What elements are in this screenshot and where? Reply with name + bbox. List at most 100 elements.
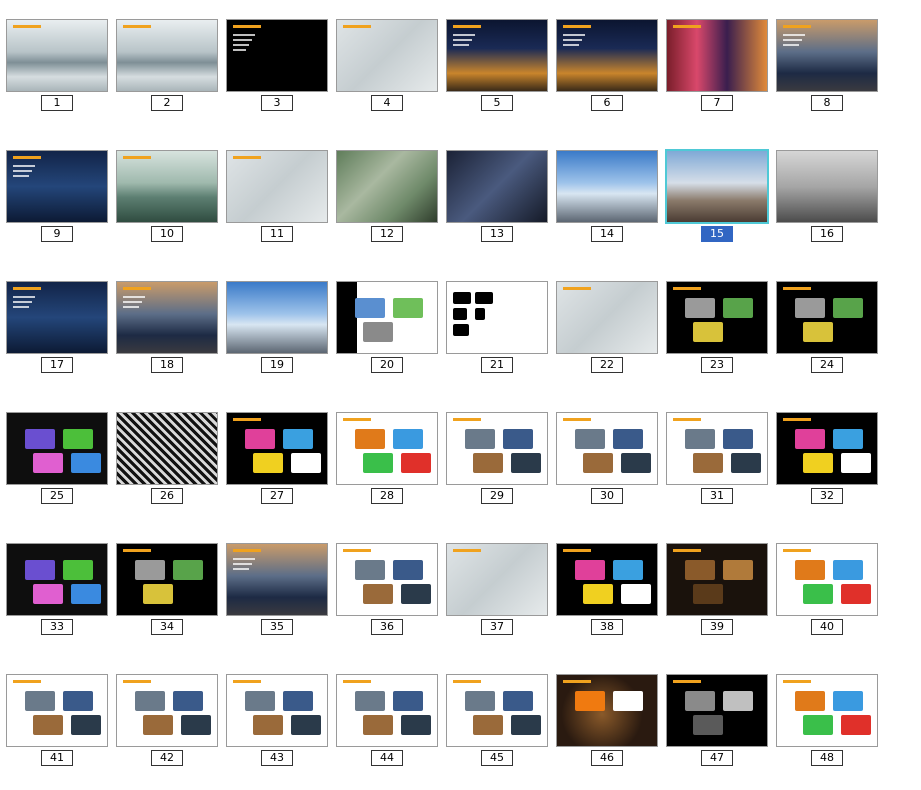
slide-preview-image[interactable]	[665, 149, 769, 224]
slide-preview-image[interactable]	[666, 19, 768, 92]
slide-preview-image[interactable]	[226, 281, 328, 354]
slide-thumbnail-22[interactable]: 22	[556, 281, 658, 377]
slide-preview-image[interactable]	[336, 543, 438, 616]
slide-preview-image[interactable]	[556, 19, 658, 92]
slide-number-label: 2	[151, 95, 183, 111]
slide-thumbnail-7[interactable]: 7	[666, 19, 768, 115]
slide-thumbnail-19[interactable]: 19	[226, 281, 328, 377]
slide-preview-image[interactable]	[446, 412, 548, 485]
slide-thumbnail-28[interactable]: 28	[336, 412, 438, 508]
slide-thumbnail-16[interactable]: 16	[776, 150, 878, 246]
slide-preview-image[interactable]	[6, 281, 108, 354]
slide-preview-image[interactable]	[336, 19, 438, 92]
slide-thumbnail-36[interactable]: 36	[336, 543, 438, 639]
slide-preview-image[interactable]	[116, 19, 218, 92]
slide-thumbnail-38[interactable]: 38	[556, 543, 658, 639]
slide-thumbnail-26[interactable]: 26	[116, 412, 218, 508]
slide-preview-image[interactable]	[666, 543, 768, 616]
slide-thumbnail-45[interactable]: 45	[446, 674, 548, 770]
slide-thumbnail-43[interactable]: 43	[226, 674, 328, 770]
slide-thumbnail-5[interactable]: 5	[446, 19, 548, 115]
slide-preview-image[interactable]	[6, 674, 108, 747]
slide-preview-image[interactable]	[556, 674, 658, 747]
slide-preview-image[interactable]	[226, 543, 328, 616]
slide-thumbnail-42[interactable]: 42	[116, 674, 218, 770]
slide-thumbnail-13[interactable]: 13	[446, 150, 548, 246]
slide-preview-image[interactable]	[116, 150, 218, 223]
slide-preview-image[interactable]	[666, 412, 768, 485]
slide-thumbnail-29[interactable]: 29	[446, 412, 548, 508]
slide-thumbnail-17[interactable]: 17	[6, 281, 108, 377]
slide-preview-image[interactable]	[446, 543, 548, 616]
slide-preview-image[interactable]	[776, 150, 878, 223]
slide-thumbnail-46[interactable]: 46	[556, 674, 658, 770]
slide-title-mark	[343, 25, 371, 28]
slide-thumbnail-47[interactable]: 47	[666, 674, 768, 770]
slide-thumbnail-18[interactable]: 18	[116, 281, 218, 377]
slide-preview-image[interactable]	[666, 281, 768, 354]
slide-thumbnail-11[interactable]: 11	[226, 150, 328, 246]
slide-thumbnail-48[interactable]: 48	[776, 674, 878, 770]
slide-preview-image[interactable]	[116, 674, 218, 747]
slide-content-block	[393, 429, 423, 449]
slide-preview-image[interactable]	[776, 19, 878, 92]
slide-thumbnail-9[interactable]: 9	[6, 150, 108, 246]
slide-preview-image[interactable]	[336, 281, 438, 354]
slide-preview-image[interactable]	[776, 412, 878, 485]
slide-thumbnail-37[interactable]: 37	[446, 543, 548, 639]
slide-preview-image[interactable]	[6, 412, 108, 485]
slide-thumbnail-41[interactable]: 41	[6, 674, 108, 770]
slide-thumbnail-44[interactable]: 44	[336, 674, 438, 770]
slide-preview-image[interactable]	[336, 674, 438, 747]
slide-thumbnail-25[interactable]: 25	[6, 412, 108, 508]
slide-preview-image[interactable]	[556, 412, 658, 485]
slide-thumbnail-2[interactable]: 2	[116, 19, 218, 115]
slide-thumbnail-35[interactable]: 35	[226, 543, 328, 639]
slide-preview-image[interactable]	[336, 150, 438, 223]
slide-thumbnail-24[interactable]: 24	[776, 281, 878, 377]
slide-thumbnail-33[interactable]: 33	[6, 543, 108, 639]
slide-preview-image[interactable]	[556, 281, 658, 354]
slide-preview-image[interactable]	[776, 543, 878, 616]
slide-thumbnail-4[interactable]: 4	[336, 19, 438, 115]
slide-thumbnail-39[interactable]: 39	[666, 543, 768, 639]
slide-preview-image[interactable]	[446, 281, 548, 354]
slide-preview-image[interactable]	[666, 674, 768, 747]
slide-thumbnail-40[interactable]: 40	[776, 543, 878, 639]
slide-thumbnail-23[interactable]: 23	[666, 281, 768, 377]
slide-preview-image[interactable]	[6, 543, 108, 616]
slide-thumbnail-1[interactable]: 1	[6, 19, 108, 115]
slide-thumbnail-14[interactable]: 14	[556, 150, 658, 246]
slide-preview-image[interactable]	[6, 19, 108, 92]
slide-preview-image[interactable]	[336, 412, 438, 485]
slide-thumbnail-30[interactable]: 30	[556, 412, 658, 508]
slide-thumbnail-34[interactable]: 34	[116, 543, 218, 639]
slide-preview-image[interactable]	[556, 543, 658, 616]
slide-thumbnail-8[interactable]: 8	[776, 19, 878, 115]
slide-preview-image[interactable]	[446, 150, 548, 223]
slide-thumbnail-10[interactable]: 10	[116, 150, 218, 246]
slide-thumbnail-27[interactable]: 27	[226, 412, 328, 508]
slide-preview-image[interactable]	[6, 150, 108, 223]
slide-thumbnail-15[interactable]: 15	[665, 149, 769, 246]
slide-preview-image[interactable]	[226, 674, 328, 747]
slide-text-line	[13, 170, 32, 172]
slide-thumbnail-21[interactable]: 21	[446, 281, 548, 377]
slide-preview-image[interactable]	[776, 674, 878, 747]
slide-thumbnail-6[interactable]: 6	[556, 19, 658, 115]
slide-thumbnail-31[interactable]: 31	[666, 412, 768, 508]
slide-preview-image[interactable]	[556, 150, 658, 223]
slide-thumbnail-12[interactable]: 12	[336, 150, 438, 246]
slide-preview-image[interactable]	[116, 543, 218, 616]
slide-thumbnail-20[interactable]: 20	[336, 281, 438, 377]
slide-preview-image[interactable]	[226, 412, 328, 485]
slide-preview-image[interactable]	[226, 150, 328, 223]
slide-preview-image[interactable]	[116, 281, 218, 354]
slide-preview-image[interactable]	[116, 412, 218, 485]
slide-preview-image[interactable]	[776, 281, 878, 354]
slide-preview-image[interactable]	[226, 19, 328, 92]
slide-thumbnail-32[interactable]: 32	[776, 412, 878, 508]
slide-preview-image[interactable]	[446, 19, 548, 92]
slide-thumbnail-3[interactable]: 3	[226, 19, 328, 115]
slide-preview-image[interactable]	[446, 674, 548, 747]
